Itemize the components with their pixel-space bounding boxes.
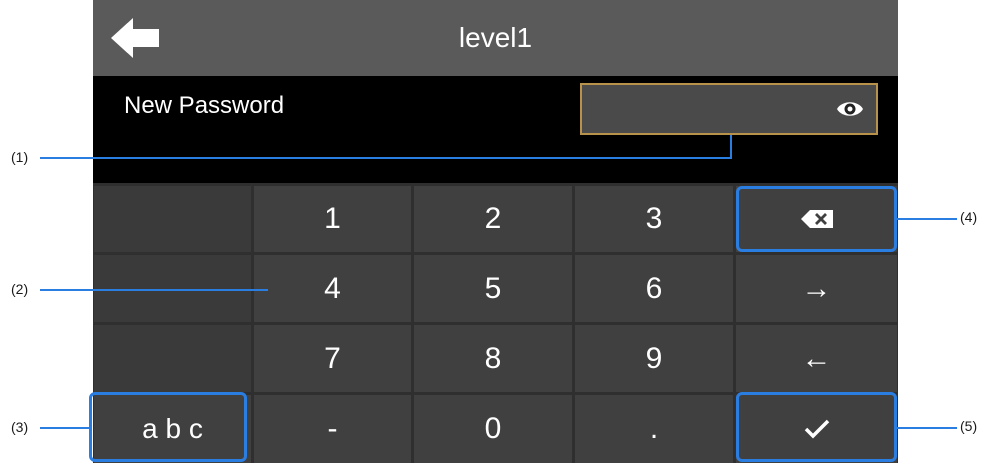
key-9[interactable]: 9 [575,325,733,392]
back-button[interactable] [111,18,163,58]
blank-key [94,186,251,252]
callout-2: (2) [11,281,29,297]
highlight-abc [89,392,247,462]
callout-line-4 [897,218,957,220]
arrow-left-icon [111,18,159,58]
callout-line-1-v [730,135,732,159]
password-field[interactable] [580,83,878,135]
blank-key [94,325,251,392]
callout-line-3 [40,427,89,429]
callout-5: (5) [960,418,978,434]
key-1[interactable]: 1 [254,186,411,252]
title-bar: level1 [93,0,898,76]
key-5[interactable]: 5 [414,255,572,322]
key-6[interactable]: 6 [575,255,733,322]
password-label: New Password [124,92,285,119]
key-7[interactable]: 7 [254,325,411,392]
key-dot[interactable]: . [575,395,733,463]
callout-line-2 [40,289,268,291]
highlight-backspace [736,186,897,252]
key-3[interactable]: 3 [575,186,733,252]
callout-1: (1) [11,149,29,165]
key-0[interactable]: 0 [414,395,572,463]
page-title: level1 [458,22,533,53]
callout-line-5 [897,427,957,429]
callout-line-1-h [40,157,732,159]
key-8[interactable]: 8 [414,325,572,392]
cursor-right-key[interactable]: → [736,255,897,322]
key-dash[interactable]: - [254,395,411,463]
callout-3: (3) [11,419,29,435]
eye-icon[interactable] [836,98,864,120]
key-4[interactable]: 4 [254,255,411,322]
callout-4: (4) [960,209,978,225]
key-2[interactable]: 2 [414,186,572,252]
highlight-confirm [736,392,897,462]
cursor-left-key[interactable]: ← [736,325,897,392]
